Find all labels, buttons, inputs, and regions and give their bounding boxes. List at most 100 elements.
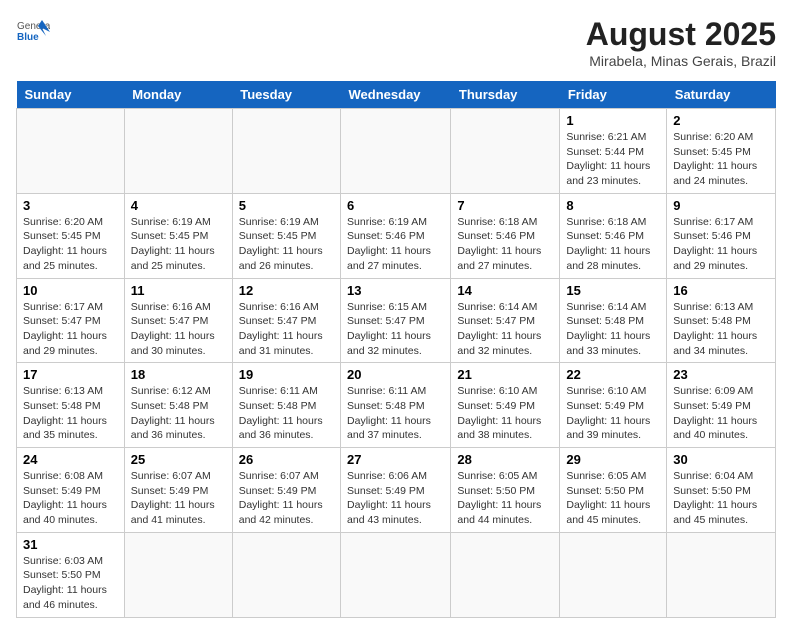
weekday-header: Tuesday [232, 81, 340, 109]
day-number: 22 [566, 367, 660, 382]
day-number: 1 [566, 113, 660, 128]
day-info: Sunrise: 6:17 AM Sunset: 5:47 PM Dayligh… [23, 300, 118, 359]
calendar-cell: 16 Sunrise: 6:13 AM Sunset: 5:48 PM Dayli… [667, 278, 776, 363]
day-number: 16 [673, 283, 769, 298]
day-info: Sunrise: 6:07 AM Sunset: 5:49 PM Dayligh… [239, 469, 334, 528]
calendar-cell [451, 109, 560, 194]
day-info: Sunrise: 6:19 AM Sunset: 5:46 PM Dayligh… [347, 215, 444, 274]
calendar-cell: 13 Sunrise: 6:15 AM Sunset: 5:47 PM Dayli… [341, 278, 451, 363]
day-info: Sunrise: 6:21 AM Sunset: 5:44 PM Dayligh… [566, 130, 660, 189]
day-number: 18 [131, 367, 226, 382]
calendar-cell: 9 Sunrise: 6:17 AM Sunset: 5:46 PM Daylig… [667, 193, 776, 278]
day-info: Sunrise: 6:09 AM Sunset: 5:49 PM Dayligh… [673, 384, 769, 443]
day-info: Sunrise: 6:16 AM Sunset: 5:47 PM Dayligh… [239, 300, 334, 359]
calendar-table: SundayMondayTuesdayWednesdayThursdayFrid… [16, 81, 776, 618]
calendar-cell [667, 532, 776, 617]
day-info: Sunrise: 6:14 AM Sunset: 5:48 PM Dayligh… [566, 300, 660, 359]
day-number: 21 [457, 367, 553, 382]
day-number: 13 [347, 283, 444, 298]
day-number: 7 [457, 198, 553, 213]
day-number: 30 [673, 452, 769, 467]
day-info: Sunrise: 6:03 AM Sunset: 5:50 PM Dayligh… [23, 554, 118, 613]
calendar-cell: 1 Sunrise: 6:21 AM Sunset: 5:44 PM Daylig… [560, 109, 667, 194]
day-info: Sunrise: 6:13 AM Sunset: 5:48 PM Dayligh… [23, 384, 118, 443]
day-info: Sunrise: 6:12 AM Sunset: 5:48 PM Dayligh… [131, 384, 226, 443]
day-number: 9 [673, 198, 769, 213]
calendar-week-row: 3Sunrise: 6:20 AM Sunset: 5:45 PM Daylig… [17, 193, 776, 278]
logo-svg-icon: General Blue [16, 16, 50, 50]
calendar-cell: 5Sunrise: 6:19 AM Sunset: 5:45 PM Daylig… [232, 193, 340, 278]
calendar-cell: 19Sunrise: 6:11 AM Sunset: 5:48 PM Dayli… [232, 363, 340, 448]
day-info: Sunrise: 6:19 AM Sunset: 5:45 PM Dayligh… [131, 215, 226, 274]
logo-render: General Blue [16, 16, 50, 50]
calendar-cell: 29Sunrise: 6:05 AM Sunset: 5:50 PM Dayli… [560, 448, 667, 533]
day-number: 11 [131, 283, 226, 298]
calendar-cell: 22 Sunrise: 6:10 AM Sunset: 5:49 PM Dayli… [560, 363, 667, 448]
calendar-cell [232, 109, 340, 194]
calendar-cell: 26 Sunrise: 6:07 AM Sunset: 5:49 PM Dayli… [232, 448, 340, 533]
calendar-cell: 20 Sunrise: 6:11 AM Sunset: 5:48 PM Dayli… [341, 363, 451, 448]
day-info: Sunrise: 6:04 AM Sunset: 5:50 PM Dayligh… [673, 469, 769, 528]
day-info: Sunrise: 6:11 AM Sunset: 5:48 PM Dayligh… [347, 384, 444, 443]
day-info: Sunrise: 6:06 AM Sunset: 5:49 PM Dayligh… [347, 469, 444, 528]
day-number: 26 [239, 452, 334, 467]
calendar-cell: 28 Sunrise: 6:05 AM Sunset: 5:50 PM Dayli… [451, 448, 560, 533]
calendar-cell [124, 532, 232, 617]
weekday-header: Friday [560, 81, 667, 109]
calendar-cell: 21 Sunrise: 6:10 AM Sunset: 5:49 PM Dayli… [451, 363, 560, 448]
calendar-cell: 11 Sunrise: 6:16 AM Sunset: 5:47 PM Dayli… [124, 278, 232, 363]
day-info: Sunrise: 6:10 AM Sunset: 5:49 PM Dayligh… [566, 384, 660, 443]
day-info: Sunrise: 6:13 AM Sunset: 5:48 PM Dayligh… [673, 300, 769, 359]
calendar-cell [124, 109, 232, 194]
day-info: Sunrise: 6:16 AM Sunset: 5:47 PM Dayligh… [131, 300, 226, 359]
calendar-week-row: 31 Sunrise: 6:03 AM Sunset: 5:50 PM Dayli… [17, 532, 776, 617]
calendar-cell [17, 109, 125, 194]
title-area: August 2025 Mirabela, Minas Gerais, Braz… [586, 16, 776, 69]
calendar-cell [341, 109, 451, 194]
logo: General Blue [16, 16, 50, 50]
day-number: 23 [673, 367, 769, 382]
day-info: Sunrise: 6:20 AM Sunset: 5:45 PM Dayligh… [23, 215, 118, 274]
day-number: 8 [566, 198, 660, 213]
day-number: 31 [23, 537, 118, 552]
day-info: Sunrise: 6:11 AM Sunset: 5:48 PM Dayligh… [239, 384, 334, 443]
calendar-cell: 12 Sunrise: 6:16 AM Sunset: 5:47 PM Dayli… [232, 278, 340, 363]
calendar-cell: 27Sunrise: 6:06 AM Sunset: 5:49 PM Dayli… [341, 448, 451, 533]
day-number: 4 [131, 198, 226, 213]
month-title: August 2025 [586, 16, 776, 53]
weekday-header: Wednesday [341, 81, 451, 109]
weekday-header: Sunday [17, 81, 125, 109]
calendar-cell: 4 Sunrise: 6:19 AM Sunset: 5:45 PM Daylig… [124, 193, 232, 278]
calendar-cell: 25 Sunrise: 6:07 AM Sunset: 5:49 PM Dayli… [124, 448, 232, 533]
calendar-cell: 30 Sunrise: 6:04 AM Sunset: 5:50 PM Dayli… [667, 448, 776, 533]
day-info: Sunrise: 6:17 AM Sunset: 5:46 PM Dayligh… [673, 215, 769, 274]
calendar-cell: 8Sunrise: 6:18 AM Sunset: 5:46 PM Daylig… [560, 193, 667, 278]
day-number: 20 [347, 367, 444, 382]
day-info: Sunrise: 6:05 AM Sunset: 5:50 PM Dayligh… [457, 469, 553, 528]
day-info: Sunrise: 6:14 AM Sunset: 5:47 PM Dayligh… [457, 300, 553, 359]
day-number: 2 [673, 113, 769, 128]
day-info: Sunrise: 6:08 AM Sunset: 5:49 PM Dayligh… [23, 469, 118, 528]
calendar-cell: 7 Sunrise: 6:18 AM Sunset: 5:46 PM Daylig… [451, 193, 560, 278]
day-number: 5 [239, 198, 334, 213]
calendar-cell: 23 Sunrise: 6:09 AM Sunset: 5:49 PM Dayli… [667, 363, 776, 448]
day-info: Sunrise: 6:05 AM Sunset: 5:50 PM Dayligh… [566, 469, 660, 528]
day-number: 12 [239, 283, 334, 298]
calendar-cell: 6Sunrise: 6:19 AM Sunset: 5:46 PM Daylig… [341, 193, 451, 278]
day-number: 14 [457, 283, 553, 298]
calendar-cell: 2 Sunrise: 6:20 AM Sunset: 5:45 PM Daylig… [667, 109, 776, 194]
day-number: 25 [131, 452, 226, 467]
day-info: Sunrise: 6:07 AM Sunset: 5:49 PM Dayligh… [131, 469, 226, 528]
day-info: Sunrise: 6:20 AM Sunset: 5:45 PM Dayligh… [673, 130, 769, 189]
day-number: 28 [457, 452, 553, 467]
day-number: 10 [23, 283, 118, 298]
day-number: 17 [23, 367, 118, 382]
location-subtitle: Mirabela, Minas Gerais, Brazil [586, 53, 776, 69]
calendar-cell: 3Sunrise: 6:20 AM Sunset: 5:45 PM Daylig… [17, 193, 125, 278]
day-info: Sunrise: 6:10 AM Sunset: 5:49 PM Dayligh… [457, 384, 553, 443]
calendar-cell: 15Sunrise: 6:14 AM Sunset: 5:48 PM Dayli… [560, 278, 667, 363]
calendar-cell: 18 Sunrise: 6:12 AM Sunset: 5:48 PM Dayli… [124, 363, 232, 448]
weekday-header: Monday [124, 81, 232, 109]
day-info: Sunrise: 6:18 AM Sunset: 5:46 PM Dayligh… [457, 215, 553, 274]
day-info: Sunrise: 6:15 AM Sunset: 5:47 PM Dayligh… [347, 300, 444, 359]
